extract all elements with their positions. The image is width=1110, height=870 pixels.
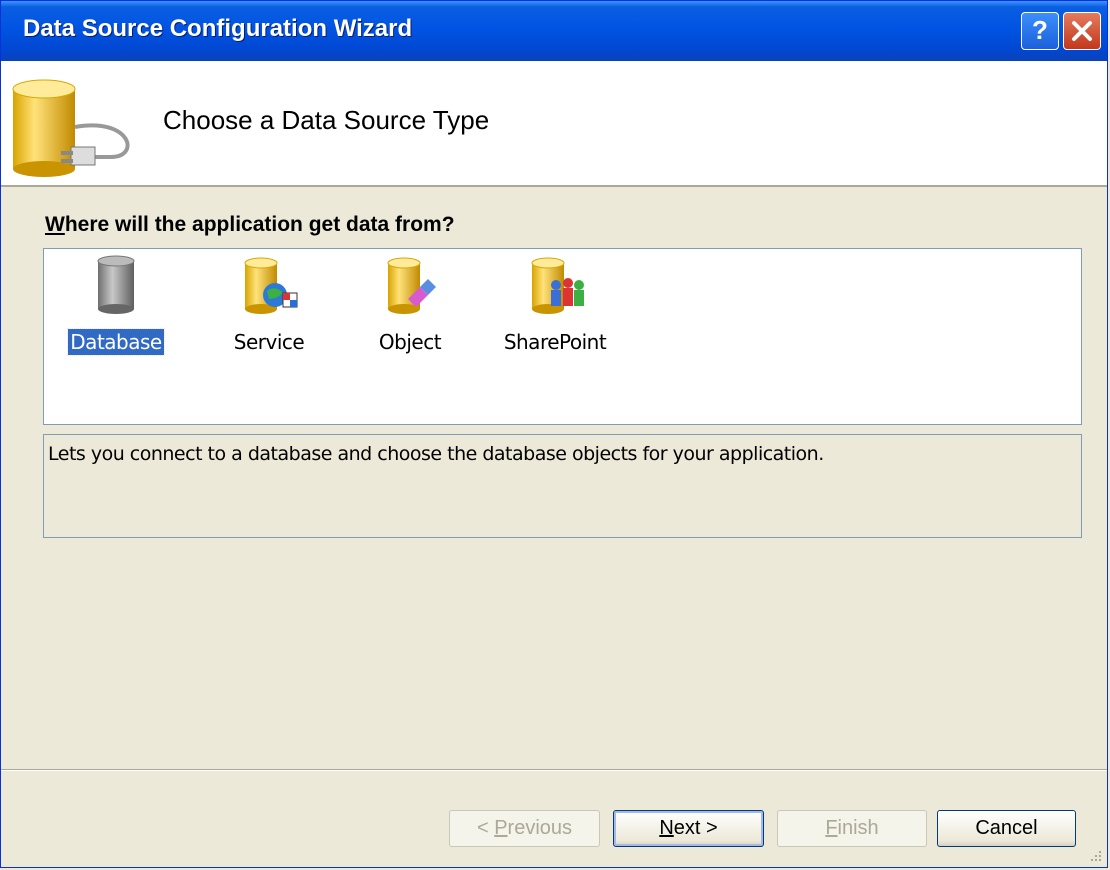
item-label-object: Object xyxy=(378,330,442,354)
list-item-database[interactable]: Database xyxy=(66,255,166,356)
next-rest: ext > xyxy=(673,817,718,839)
close-button[interactable] xyxy=(1063,12,1101,50)
data-source-list[interactable]: Database Service Object SharePoint xyxy=(43,248,1082,425)
question-label: Where will the application get data from… xyxy=(45,213,455,237)
sharepoint-icon xyxy=(531,257,584,314)
database-icon xyxy=(97,255,135,314)
previous-rest: revious xyxy=(507,817,573,839)
resize-grip-icon[interactable] xyxy=(1087,847,1103,863)
cancel-button[interactable]: Cancel xyxy=(937,810,1076,847)
window-title: Data Source Configuration Wizard xyxy=(23,15,413,42)
next-button[interactable]: Next > xyxy=(613,810,764,847)
wizard-header: Choose a Data Source Type xyxy=(1,61,1107,187)
help-icon: ? xyxy=(1032,15,1048,45)
next-accelerator: N xyxy=(659,817,674,839)
description-text: Lets you connect to a database and choos… xyxy=(48,443,824,465)
service-icon xyxy=(244,257,298,314)
cancel-label: Cancel xyxy=(975,817,1038,839)
previous-accelerator: P xyxy=(494,817,508,839)
list-item-object[interactable]: Object xyxy=(360,255,460,355)
wizard-window: Data Source Configuration Wizard ? Choos… xyxy=(0,0,1108,868)
finish-button[interactable]: Finish xyxy=(777,810,927,847)
description-box: Lets you connect to a database and choos… xyxy=(43,434,1082,538)
title-bar[interactable]: Data Source Configuration Wizard ? xyxy=(1,1,1107,61)
item-label-service: Service xyxy=(233,330,305,354)
close-icon xyxy=(1072,21,1092,41)
list-item-service[interactable]: Service xyxy=(219,255,319,355)
previous-button[interactable]: < Previous xyxy=(449,810,600,847)
button-separator xyxy=(1,769,1107,771)
question-accelerator: W xyxy=(45,213,65,236)
page-title: Choose a Data Source Type xyxy=(163,105,490,135)
finish-rest: inish xyxy=(837,817,879,839)
item-label-sharepoint: SharePoint xyxy=(503,330,607,354)
previous-prefix: < xyxy=(476,817,495,839)
help-button[interactable]: ? xyxy=(1021,12,1059,50)
item-label-database: Database xyxy=(67,328,165,356)
question-text: here will the application get data from? xyxy=(64,213,455,236)
object-icon xyxy=(387,257,436,314)
list-item-sharepoint[interactable]: SharePoint xyxy=(490,255,620,355)
database-plug-icon xyxy=(12,79,130,177)
finish-accelerator: F xyxy=(825,817,838,839)
